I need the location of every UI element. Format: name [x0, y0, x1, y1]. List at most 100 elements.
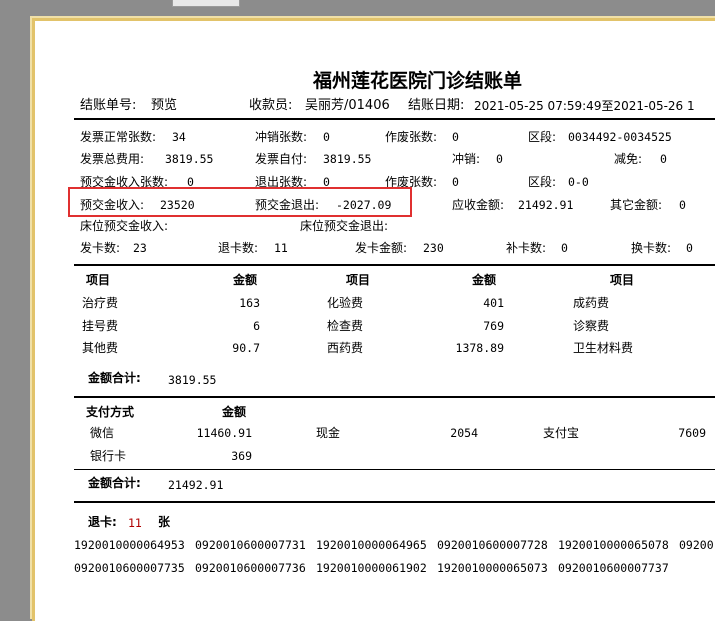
item-name: 其他费: [82, 341, 119, 355]
payments-total: 21492.91: [168, 478, 224, 492]
receivable-label: 应收金额:: [452, 198, 505, 212]
payments-col-method: 支付方式: [86, 405, 135, 419]
reduce: 0: [660, 152, 667, 166]
card-number: 0920010600007731: [195, 538, 306, 552]
items-col-item: 项目: [610, 273, 635, 287]
normal-invoice: 34: [172, 130, 186, 144]
date-range: 2021-05-25 07:59:49至2021-05-26 1: [474, 99, 695, 113]
prepay-refund: -2027.09: [336, 198, 392, 212]
items-total-label: 金额合计:: [88, 371, 141, 385]
invoice-total-label: 发票总费用:: [80, 152, 145, 166]
offset-count: 0: [323, 130, 330, 144]
card-number: 1920010000061902: [316, 561, 427, 575]
other: 0: [679, 198, 686, 212]
item-name: 西药费: [327, 341, 364, 355]
range: 0034492-0034525: [568, 130, 672, 144]
payments-col-amount: 金额: [222, 405, 247, 419]
item-amount: 1378.89: [455, 341, 504, 355]
refund-cards-count: 11: [128, 516, 142, 530]
card-number: 1920010000064965: [316, 538, 427, 552]
item-name: 卫生材料费: [573, 341, 634, 355]
normal-invoice-label: 发票正常张数:: [80, 130, 157, 144]
item-name: 诊察费: [573, 319, 610, 333]
card-reissue: 0: [561, 241, 568, 255]
bed-prepay-income-label: 床位预交金收入:: [80, 219, 169, 233]
prepay-refund-label: 预交金退出:: [255, 198, 320, 212]
card-amount-label: 发卡金额:: [355, 241, 408, 255]
card-number: 1920010000064953: [74, 538, 185, 552]
payment-method: 支付宝: [543, 426, 580, 440]
payments-total-label: 金额合计:: [88, 476, 141, 490]
payment-amount: 11460.91: [196, 426, 252, 440]
divider: [74, 118, 715, 120]
refund-cards-label: 退卡:: [88, 515, 117, 529]
divider: [74, 501, 715, 503]
item-amount: 6: [253, 319, 260, 333]
payment-amount: 2054: [450, 426, 478, 440]
toolbar-button[interactable]: [172, 0, 240, 7]
card-number: 0920010600007737: [558, 561, 669, 575]
divider: [74, 469, 715, 470]
receivable: 21492.91: [518, 198, 574, 212]
item-amount: 90.7: [232, 341, 260, 355]
card-swap-label: 换卡数:: [631, 241, 672, 255]
range2-label: 区段:: [528, 175, 557, 189]
cashier: 吴丽芳/01406: [305, 98, 390, 113]
card-amount: 230: [423, 241, 444, 255]
card-issued: 23: [133, 241, 147, 255]
prepay-income-label: 预交金收入:: [80, 198, 145, 212]
item-name: 检查费: [327, 319, 364, 333]
prepay-income: 23520: [160, 198, 195, 212]
offset-label: 冲销:: [452, 152, 481, 166]
cashier-label: 收款员:: [249, 98, 293, 113]
card-returned: 11: [274, 241, 288, 255]
other-label: 其它金额:: [610, 198, 663, 212]
item-name: 挂号费: [82, 319, 119, 333]
card-number: 0920010600007735: [74, 561, 185, 575]
card-number: 09200: [679, 538, 714, 552]
void-count: 0: [452, 130, 459, 144]
self-pay-label: 发票自付:: [255, 152, 308, 166]
card-issued-label: 发卡数:: [80, 241, 121, 255]
range-label: 区段:: [528, 130, 557, 144]
items-col-item: 项目: [86, 273, 111, 287]
viewer-background: [0, 0, 30, 595]
invoice-total: 3819.55: [165, 152, 214, 166]
reduce-label: 减免:: [614, 152, 643, 166]
card-swap: 0: [686, 241, 693, 255]
range2: 0-0: [568, 175, 589, 189]
payment-method: 微信: [90, 426, 115, 440]
item-amount: 769: [483, 319, 504, 333]
payment-amount: 7609: [678, 426, 706, 440]
report-title: 福州莲花医院门诊结账单: [313, 70, 523, 92]
refund-cards-unit: 张: [158, 515, 171, 529]
divider: [74, 396, 715, 398]
item-amount: 401: [483, 296, 504, 310]
void-count2: 0: [452, 175, 459, 189]
bill-no: 预览: [151, 98, 178, 113]
item-name: 化验费: [327, 296, 364, 310]
card-number: 0920010600007728: [437, 538, 548, 552]
card-returned-label: 退卡数:: [218, 241, 259, 255]
payment-method: 现金: [316, 426, 341, 440]
card-number: 1920010000065073: [437, 561, 548, 575]
offset: 0: [496, 152, 503, 166]
items-total: 3819.55: [168, 373, 217, 387]
payment-amount: 369: [231, 449, 252, 463]
bed-prepay-refund-label: 床位预交金退出:: [300, 219, 389, 233]
divider: [74, 264, 715, 266]
items-col-amount: 金额: [472, 273, 497, 287]
item-amount: 163: [239, 296, 260, 310]
item-name: 治疗费: [82, 296, 119, 310]
payment-method: 银行卡: [90, 449, 127, 463]
card-number: 0920010600007736: [195, 561, 306, 575]
bill-no-label: 结账单号:: [80, 98, 137, 113]
card-number: 1920010000065078: [558, 538, 669, 552]
date-label: 结账日期:: [408, 98, 465, 113]
card-reissue-label: 补卡数:: [506, 241, 547, 255]
void-count-label: 作废张数:: [385, 130, 438, 144]
offset-count-label: 冲销张数:: [255, 130, 308, 144]
items-col-item: 项目: [346, 273, 371, 287]
items-col-amount: 金额: [233, 273, 258, 287]
self-pay: 3819.55: [323, 152, 372, 166]
